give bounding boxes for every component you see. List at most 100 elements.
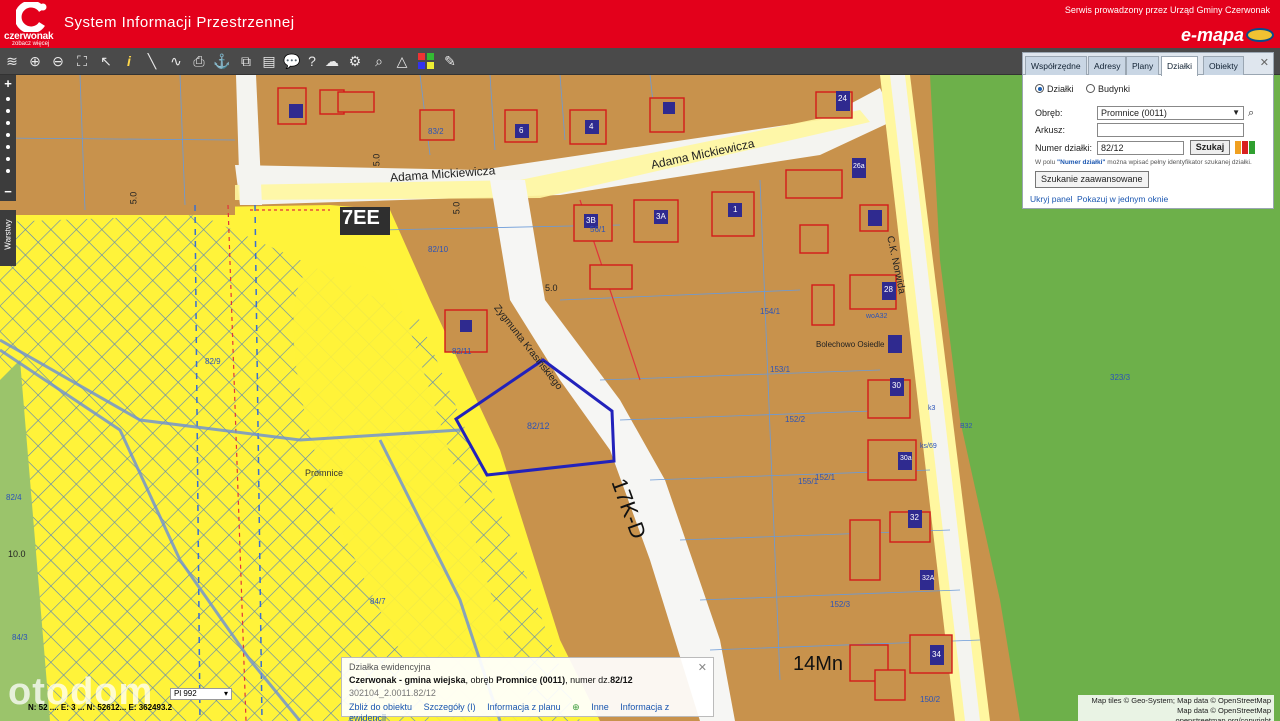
plus-icon[interactable]: ⊕ [572, 702, 580, 712]
obreb-select[interactable]: Promnice (0011) ▼ [1097, 106, 1244, 120]
parcel-label: 84/7 [370, 597, 386, 606]
copy-icon[interactable]: ⧉ [236, 51, 256, 71]
zoom-level-dot[interactable] [6, 109, 10, 113]
zoom-extent-icon[interactable]: ⛶ [72, 51, 92, 71]
close-icon[interactable]: ✕ [1260, 56, 1269, 69]
popup-desc-mid2: , numer dz. [565, 675, 611, 685]
logo-c-icon [16, 2, 47, 32]
parcel-label: 82/10 [428, 245, 449, 254]
radio-buildings[interactable] [1086, 84, 1096, 93]
zoom-out-button[interactable]: − [0, 185, 16, 199]
popup-gmina: Czerwonak - gmina wiejska [349, 675, 466, 685]
attribution-line-2[interactable]: Map data © OpenStreetMap ...openstreetma… [1081, 706, 1271, 721]
search-type-radios: Działki Budynki [1035, 84, 1130, 94]
legend-orange [1235, 141, 1241, 154]
parcel-label: 56/1 [590, 225, 606, 234]
search-icon[interactable]: ⌕ [1248, 107, 1254, 120]
zoom-in-button[interactable]: + [0, 77, 16, 91]
logo-slogan: zobacz więcej [12, 41, 50, 47]
building-number: 3A [656, 212, 666, 221]
hint-suffix: można wpisać pełny identyfikator szukane… [1105, 159, 1252, 166]
app-title: System Informacji Przestrzennej [64, 14, 295, 31]
zoom-level-dot[interactable] [6, 157, 10, 161]
hint-field: "Numer działki" [1057, 159, 1106, 166]
road-code-14mn: 14Mn [793, 653, 844, 675]
numer-dzialki-input[interactable]: 82/12 [1097, 141, 1184, 155]
comment-icon[interactable]: 💬 [282, 51, 302, 71]
single-window-link[interactable]: Pokazuj w jednym oknie [1077, 194, 1168, 204]
parcel-label: 155/1 [798, 477, 819, 486]
symbol-label: k3 [928, 405, 936, 412]
selected-parcel-label: 82/12 [527, 421, 550, 431]
advanced-search-button[interactable]: Szukanie zaawansowane [1035, 171, 1149, 188]
parcel-label: 152/3 [830, 600, 851, 609]
help-icon[interactable]: ? [302, 51, 322, 71]
popup-parcel-id: 302104_2.0011.82/12 [349, 688, 436, 698]
radio-parcels[interactable] [1035, 84, 1044, 93]
zoom-out-icon[interactable]: ⊖ [48, 51, 68, 71]
zoom-level-dot[interactable] [6, 97, 10, 101]
measure-length-icon[interactable]: ╲ [142, 51, 162, 71]
parcel-label: 84/3 [12, 633, 28, 642]
obreb-label: Obręb: [1035, 108, 1063, 118]
zoom-level-dot[interactable] [6, 121, 10, 125]
settings-icon[interactable]: ⚙ [345, 51, 365, 71]
zoom-in-icon[interactable]: ⊕ [25, 51, 45, 71]
tab-obiekty[interactable]: Obiekty [1203, 56, 1244, 75]
tab-plany[interactable]: Plany [1126, 56, 1160, 75]
info-icon[interactable]: i [119, 51, 139, 71]
layers-tab[interactable]: Warstwy [0, 210, 16, 266]
layers-icon[interactable]: ≋ [2, 51, 22, 71]
parcel-label: 83/2 [428, 127, 444, 136]
zoom-level-dot[interactable] [6, 169, 10, 173]
building-number: 4 [589, 122, 594, 131]
cloud-upload-icon[interactable]: ☁ [322, 51, 342, 71]
grid-icon[interactable] [416, 51, 436, 71]
other-link[interactable]: Inne [591, 702, 609, 712]
czerwonak-logo[interactable]: czerwonak zobacz więcej [4, 2, 62, 47]
parcel-label: 150/2 [920, 695, 941, 704]
building-number: 32 [910, 513, 919, 522]
tab-wspolrzedne[interactable]: Współrzędne [1025, 56, 1087, 75]
plan-info-link[interactable]: Informacja z planu [487, 702, 561, 712]
parcel-info-popup: Działka ewidencyjna Czerwonak - gmina wi… [341, 657, 714, 721]
parcel-label: 82/9 [205, 357, 221, 366]
search-button[interactable]: Szukaj [1190, 140, 1230, 155]
sticker-icon[interactable]: ✎ [440, 51, 460, 71]
building-number: 26a [853, 163, 865, 170]
search-hint: W polu "Numer działki" można wpisać pełn… [1035, 159, 1267, 166]
triangle-icon[interactable]: △ [392, 51, 412, 71]
popup-desc-mid: , obręb [465, 675, 497, 685]
zoom-slider[interactable]: + − [0, 75, 16, 201]
close-icon[interactable]: ✕ [698, 661, 707, 674]
parcel-label: 153/1 [770, 365, 791, 374]
zoom-level-dot[interactable] [6, 145, 10, 149]
details-link[interactable]: Szczegóły (I) [424, 702, 476, 712]
panel-tabs: Współrzędne Adresy Plany Działki Obiekty… [1023, 53, 1273, 76]
hide-panel-link[interactable]: Ukryj panel [1030, 194, 1073, 204]
zoom-to-object-link[interactable]: Zbliż do obiektu [349, 702, 412, 712]
search-icon[interactable]: ⌕ [369, 51, 389, 71]
settlement-label: Promnice [305, 468, 344, 478]
print-icon[interactable]: ⎙ [189, 51, 209, 71]
parcel-label: 82/4 [6, 493, 22, 502]
zoom-level-dot[interactable] [6, 133, 10, 137]
radio-buildings-label: Budynki [1098, 84, 1131, 94]
emapa-brand[interactable]: e-mapa [1181, 25, 1244, 46]
measure-area-icon[interactable]: ∿ [166, 51, 186, 71]
contour-label: 10.0 [8, 549, 26, 559]
arkusz-input[interactable] [1097, 123, 1244, 137]
tab-dzialki[interactable]: Działki [1161, 56, 1199, 76]
tab-adresy[interactable]: Adresy [1088, 56, 1127, 75]
hint-prefix: W polu [1035, 159, 1058, 166]
select-icon[interactable]: ↖ [96, 51, 116, 71]
layout-icon[interactable]: ▤ [259, 51, 279, 71]
popup-title: Działka ewidencyjna [349, 662, 431, 672]
legend-green [1249, 141, 1255, 154]
layers-tab-label: Warstwy [3, 219, 13, 250]
symbol-label: ks/69 [920, 443, 937, 450]
scale-select[interactable]: Pl 992 ▾ [170, 688, 232, 700]
obreb-value: Promnice (0011) [1101, 108, 1167, 118]
popup-obreb: Promnice (0011) [496, 675, 566, 685]
anchor-icon[interactable]: ⚓ [212, 51, 232, 71]
